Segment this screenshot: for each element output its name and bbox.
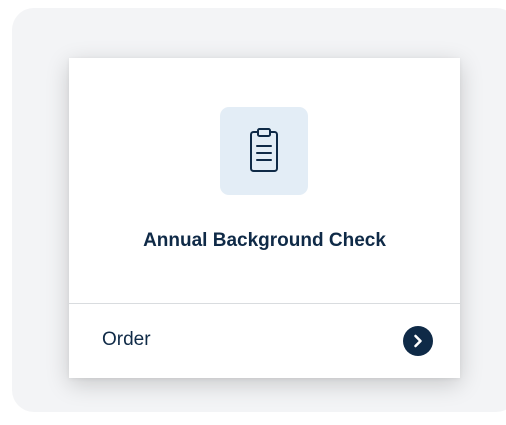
card-header: Annual Background Check (69, 58, 460, 303)
chevron-right-circle-icon[interactable] (403, 326, 433, 356)
order-label: Order (102, 329, 151, 350)
service-card: Annual Background Check Order (69, 58, 460, 378)
order-button[interactable]: Order (69, 304, 460, 378)
card-title: Annual Background Check (143, 230, 386, 251)
clipboard-icon-tile (220, 107, 308, 195)
clipboard-icon (250, 128, 278, 172)
